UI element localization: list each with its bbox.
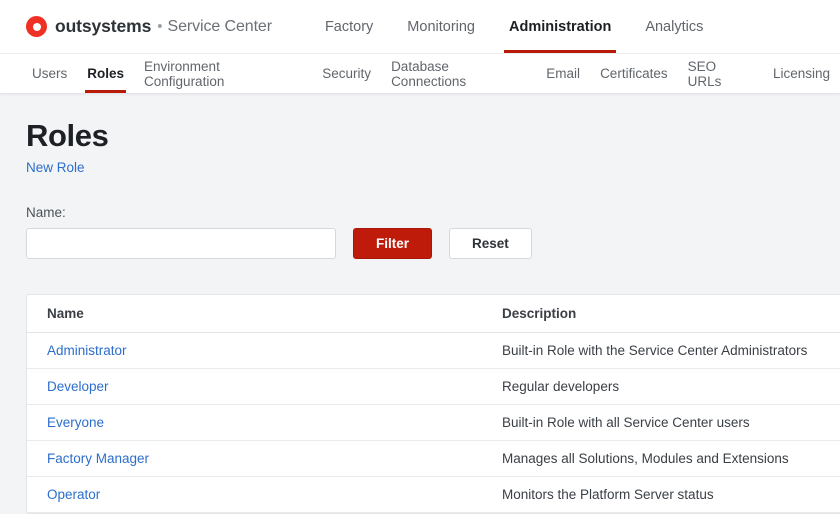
table-row: Administrator Built-in Role with the Ser… xyxy=(27,333,840,369)
filter-form: Name: Filter Reset xyxy=(26,205,840,259)
role-description-cell: Built-in Role with the Service Center Ad… xyxy=(482,333,840,369)
table-row: Everyone Built-in Role with all Service … xyxy=(27,405,840,441)
role-description-cell: Built-in Role with all Service Center us… xyxy=(482,405,840,441)
column-header-name: Name xyxy=(27,295,482,333)
name-filter-input[interactable] xyxy=(26,228,336,259)
nav-item-administration[interactable]: Administration xyxy=(492,0,628,53)
role-link-everyone[interactable]: Everyone xyxy=(47,415,104,430)
roles-table-card: Name Description Administrator Built-in … xyxy=(26,294,840,514)
subnav-item-licensing[interactable]: Licensing xyxy=(763,54,840,93)
role-name-cell: Administrator xyxy=(27,333,482,369)
filter-controls-row: Filter Reset xyxy=(26,228,840,259)
role-link-administrator[interactable]: Administrator xyxy=(47,343,127,358)
page-content: Roles New Role Name: Filter Reset Name D… xyxy=(0,94,840,514)
sub-navigation: Users Roles Environment Configuration Se… xyxy=(0,53,840,94)
table-row: Developer Regular developers xyxy=(27,369,840,405)
role-description-cell: Monitors the Platform Server status xyxy=(482,477,840,513)
brand-separator: • xyxy=(157,18,162,35)
name-filter-label: Name: xyxy=(26,205,840,220)
new-role-link[interactable]: New Role xyxy=(26,160,85,175)
column-header-description: Description xyxy=(482,295,840,333)
nav-item-analytics[interactable]: Analytics xyxy=(628,0,720,53)
table-row: Factory Manager Manages all Solutions, M… xyxy=(27,441,840,477)
main-navigation: Factory Monitoring Administration Analyt… xyxy=(308,0,720,53)
role-name-cell: Developer xyxy=(27,369,482,405)
subnav-item-security[interactable]: Security xyxy=(312,54,381,93)
role-name-cell: Factory Manager xyxy=(27,441,482,477)
role-name-cell: Everyone xyxy=(27,405,482,441)
role-link-developer[interactable]: Developer xyxy=(47,379,109,394)
subnav-item-certificates[interactable]: Certificates xyxy=(590,54,678,93)
filter-button[interactable]: Filter xyxy=(353,228,432,259)
table-row: Operator Monitors the Platform Server st… xyxy=(27,477,840,513)
nav-item-factory[interactable]: Factory xyxy=(308,0,390,53)
nav-item-monitoring[interactable]: Monitoring xyxy=(390,0,492,53)
outsystems-ring-logo-icon xyxy=(26,16,47,37)
subnav-item-environment-configuration[interactable]: Environment Configuration xyxy=(134,54,312,93)
roles-table: Name Description Administrator Built-in … xyxy=(27,295,840,513)
subnav-item-users[interactable]: Users xyxy=(22,54,77,93)
subnav-item-seo-urls[interactable]: SEO URLs xyxy=(678,54,763,93)
brand-name: outsystems xyxy=(55,16,151,37)
brand-logo[interactable]: outsystems • Service Center xyxy=(26,0,272,53)
role-description-cell: Manages all Solutions, Modules and Exten… xyxy=(482,441,840,477)
subnav-item-email[interactable]: Email xyxy=(536,54,590,93)
subnav-item-roles[interactable]: Roles xyxy=(77,54,134,93)
page-title: Roles xyxy=(26,118,840,154)
table-header-row: Name Description xyxy=(27,295,840,333)
role-link-factory-manager[interactable]: Factory Manager xyxy=(47,451,149,466)
reset-button[interactable]: Reset xyxy=(449,228,532,259)
brand-subtitle: Service Center xyxy=(168,18,272,36)
role-link-operator[interactable]: Operator xyxy=(47,487,100,502)
role-description-cell: Regular developers xyxy=(482,369,840,405)
subnav-item-database-connections[interactable]: Database Connections xyxy=(381,54,536,93)
role-name-cell: Operator xyxy=(27,477,482,513)
app-header: outsystems • Service Center Factory Moni… xyxy=(0,0,840,53)
